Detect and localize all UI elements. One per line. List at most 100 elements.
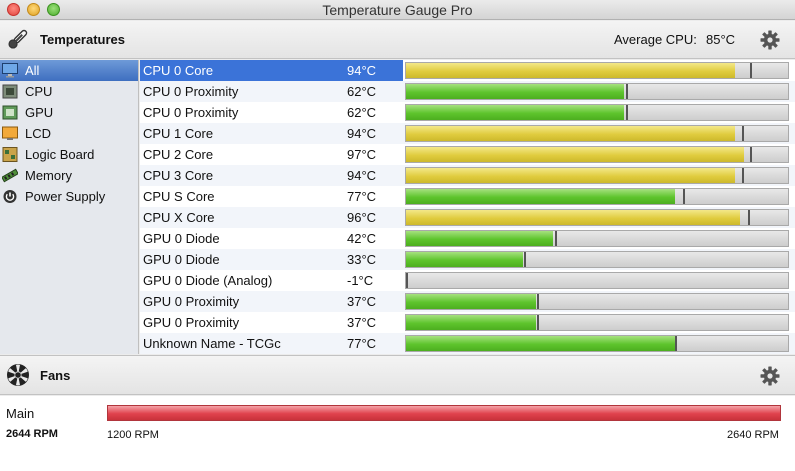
temperature-bar-fill xyxy=(406,63,735,78)
sensor-row[interactable]: GPU 0 Diode 33°C xyxy=(140,249,795,270)
temperature-bar-fill xyxy=(406,315,536,330)
sensor-name: GPU 0 Diode xyxy=(143,252,220,267)
sidebar-item-all[interactable]: All xyxy=(0,60,138,81)
thermometer-icon xyxy=(8,29,28,49)
sensor-row[interactable]: CPU 1 Core 94°C xyxy=(140,123,795,144)
sensor-temperature: 42°C xyxy=(347,231,377,246)
temperature-max-marker xyxy=(675,336,677,351)
board-icon xyxy=(2,147,18,162)
temperature-bar xyxy=(405,188,789,205)
gpu-icon xyxy=(2,105,18,120)
sensor-row[interactable]: Unknown Name - TCGc 77°C xyxy=(140,333,795,354)
temperature-bar-fill xyxy=(406,147,744,162)
fan-icon xyxy=(7,364,29,386)
temperature-bar xyxy=(405,251,789,268)
temperature-bar xyxy=(405,167,789,184)
sensor-name: GPU 0 Diode (Analog) xyxy=(143,273,273,288)
sensor-row[interactable]: CPU S Core 77°C xyxy=(140,186,795,207)
temperature-max-marker xyxy=(750,63,752,78)
temperature-max-marker xyxy=(748,210,750,225)
sensor-table[interactable]: CPU 0 Core 94°C CPU 0 Proximity 62°C CPU 0 P… xyxy=(140,60,795,354)
sensor-name: CPU X Core xyxy=(143,210,215,225)
average-cpu-value: 85°C xyxy=(706,32,736,47)
sensor-temperature: 33°C xyxy=(347,252,377,267)
temperature-max-marker xyxy=(626,84,628,99)
temperature-max-marker xyxy=(537,294,539,309)
chip-icon xyxy=(2,84,18,99)
temperature-max-marker xyxy=(750,147,752,162)
sidebar-item-label: GPU xyxy=(25,105,54,120)
fan-min-rpm: 1200 RPM xyxy=(107,429,159,441)
fan-max-rpm: 2640 RPM xyxy=(727,429,779,441)
window-title: Temperature Gauge Pro xyxy=(322,2,473,18)
temperature-bar-fill xyxy=(406,336,675,351)
sensor-row[interactable]: GPU 0 Diode 42°C xyxy=(140,228,795,249)
sensor-name: CPU 0 Core xyxy=(143,63,214,78)
sensor-row[interactable]: CPU 0 Proximity 62°C xyxy=(140,102,795,123)
sensor-row[interactable]: CPU 2 Core 97°C xyxy=(140,144,795,165)
sensor-temperature: 62°C xyxy=(347,105,377,120)
temperature-bar xyxy=(405,146,789,163)
sensor-temperature: 94°C xyxy=(347,63,377,78)
sidebar-item-lcd[interactable]: LCD xyxy=(0,123,138,144)
sidebar-item-gpu[interactable]: GPU xyxy=(0,102,138,123)
temperature-bar-fill xyxy=(406,210,740,225)
sensor-temperature: 37°C xyxy=(347,294,377,309)
temperature-max-marker xyxy=(626,105,628,120)
temperature-bar xyxy=(405,104,789,121)
memory-icon xyxy=(2,168,18,183)
sensor-name: CPU 1 Core xyxy=(143,126,214,141)
sensor-name: GPU 0 Diode xyxy=(143,231,220,246)
fan-speed-bar xyxy=(107,405,781,421)
sidebar-item-logic-board[interactable]: Logic Board xyxy=(0,144,138,165)
temperature-bar xyxy=(405,272,789,289)
temperatures-settings-gear-icon[interactable] xyxy=(759,29,781,51)
sensor-temperature: 37°C xyxy=(347,315,377,330)
sensor-temperature: 94°C xyxy=(347,126,377,141)
temperature-bar-fill xyxy=(406,126,735,141)
sensor-row[interactable]: GPU 0 Proximity 37°C xyxy=(140,291,795,312)
temperature-bar xyxy=(405,335,789,352)
sidebar-item-cpu[interactable]: CPU xyxy=(0,81,138,102)
temperature-bar-fill xyxy=(406,105,624,120)
sensor-name: GPU 0 Proximity xyxy=(143,294,240,309)
temperature-bar xyxy=(405,62,789,79)
sensor-row[interactable]: CPU 3 Core 94°C xyxy=(140,165,795,186)
sensor-row[interactable]: CPU 0 Proximity 62°C xyxy=(140,81,795,102)
sensor-temperature: 77°C xyxy=(347,336,377,351)
title-bar[interactable]: Temperature Gauge Pro xyxy=(0,0,795,20)
temperature-bar xyxy=(405,125,789,142)
temperature-bar-fill xyxy=(406,252,523,267)
sensor-name: CPU 0 Proximity xyxy=(143,105,239,120)
temperature-bar xyxy=(405,209,789,226)
sidebar-item-label: LCD xyxy=(25,126,52,141)
temperature-max-marker xyxy=(742,168,744,183)
temperature-bar xyxy=(405,83,789,100)
fans-header: Fans xyxy=(0,355,795,395)
power-icon xyxy=(3,190,17,203)
temperature-bar-fill xyxy=(406,84,624,99)
fans-title: Fans xyxy=(40,368,71,383)
temperatures-title: Temperatures xyxy=(40,32,126,47)
fan-current-rpm: 2644 RPM xyxy=(6,428,58,440)
temperature-max-marker xyxy=(537,315,539,330)
temperature-max-marker xyxy=(555,231,557,246)
temperature-bar-fill xyxy=(406,168,735,183)
sidebar-item-memory[interactable]: Memory xyxy=(0,165,138,186)
sensor-row[interactable]: CPU 0 Core 94°C xyxy=(140,60,795,81)
temperature-max-marker xyxy=(406,273,408,288)
sidebar-item-power-supply[interactable]: Power Supply xyxy=(0,186,138,207)
sensor-row[interactable]: GPU 0 Diode (Analog) -1°C xyxy=(140,270,795,291)
sensor-name: CPU S Core xyxy=(143,189,215,204)
fans-settings-gear-icon[interactable] xyxy=(759,365,781,387)
sensor-row[interactable]: CPU X Core 96°C xyxy=(140,207,795,228)
sensor-temperature: 97°C xyxy=(347,147,377,162)
sensor-name: GPU 0 Proximity xyxy=(143,315,240,330)
sidebar-item-label: CPU xyxy=(25,84,53,99)
sensor-name: CPU 2 Core xyxy=(143,147,214,162)
sensor-row[interactable]: GPU 0 Proximity 37°C xyxy=(140,312,795,333)
sidebar-item-label: Memory xyxy=(25,168,72,183)
sensor-category-sidebar: All CPU GPU LCD Logic Board Memory Power… xyxy=(0,60,139,354)
sensor-name: CPU 0 Proximity xyxy=(143,84,239,99)
sensor-temperature: 77°C xyxy=(347,189,377,204)
